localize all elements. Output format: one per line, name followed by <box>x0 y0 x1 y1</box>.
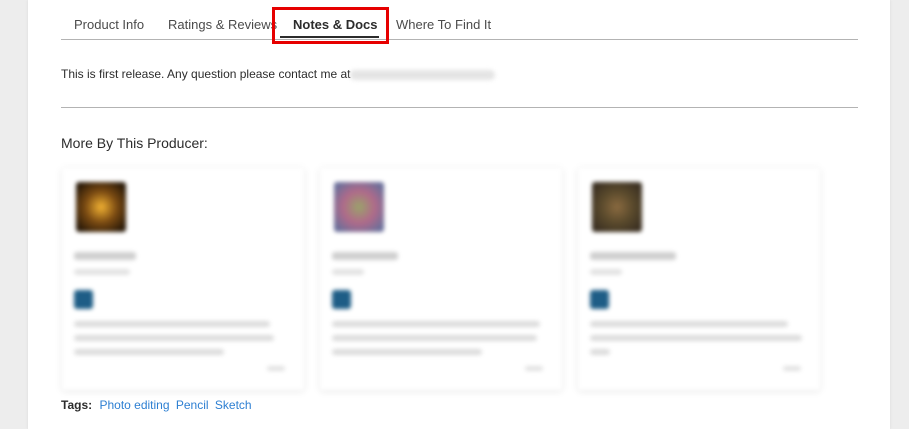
product-card[interactable] <box>62 168 304 390</box>
description-line <box>590 349 610 355</box>
description-line <box>590 335 802 341</box>
card-meta-placeholder <box>267 366 285 371</box>
tab-where-to-find-it[interactable]: Where To Find It <box>396 17 491 32</box>
more-by-producer-title: More By This Producer: <box>61 135 208 151</box>
tag-link[interactable]: Sketch <box>215 398 252 412</box>
app-badge-icon <box>590 290 609 309</box>
description-line <box>590 321 788 327</box>
tag-link[interactable]: Pencil <box>176 398 209 412</box>
notes-message: This is first release. Any question plea… <box>61 67 351 81</box>
tab-bar: Product Info Ratings & Reviews Notes & D… <box>61 0 858 40</box>
product-thumbnail <box>334 182 384 232</box>
description-line <box>332 321 540 327</box>
product-card[interactable] <box>320 168 562 390</box>
description-line <box>74 321 270 327</box>
product-title-placeholder <box>332 252 398 260</box>
product-title-placeholder <box>74 252 136 260</box>
description-line <box>74 349 224 355</box>
tags-label: Tags: <box>61 398 93 412</box>
product-title-placeholder <box>590 252 676 260</box>
product-type-placeholder <box>74 269 130 275</box>
card-meta-placeholder <box>525 366 543 371</box>
product-thumbnail <box>592 182 642 232</box>
tab-ratings-reviews[interactable]: Ratings & Reviews <box>168 17 277 32</box>
description-line <box>332 335 537 341</box>
redacted-email <box>350 69 496 80</box>
highlight-annotation <box>272 7 389 44</box>
notes-text: This is first release. Any question plea… <box>61 67 496 81</box>
section-divider <box>61 107 858 108</box>
tag-link[interactable]: Photo editing <box>99 398 169 412</box>
app-badge-icon <box>74 290 93 309</box>
product-type-placeholder <box>332 269 364 275</box>
card-meta-placeholder <box>783 366 801 371</box>
description-line <box>332 349 482 355</box>
product-type-placeholder <box>590 269 622 275</box>
tab-product-info[interactable]: Product Info <box>74 17 144 32</box>
tags-row: Tags: Photo editing Pencil Sketch <box>61 398 255 412</box>
product-thumbnail <box>76 182 126 232</box>
app-badge-icon <box>332 290 351 309</box>
product-card[interactable] <box>578 168 820 390</box>
description-line <box>74 335 274 341</box>
